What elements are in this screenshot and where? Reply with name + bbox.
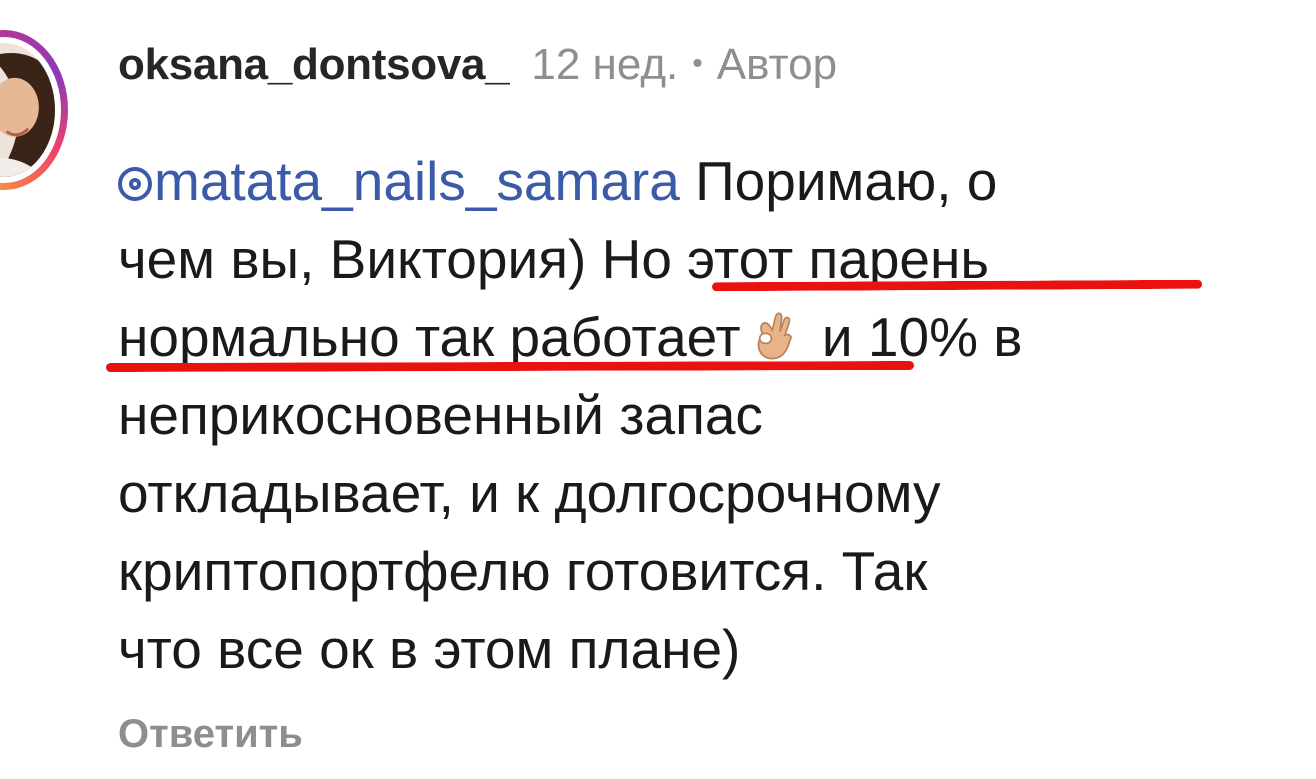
- comment-line: что все ок в этом плане): [118, 618, 741, 680]
- mention-name: matata_nails_samara: [154, 150, 680, 212]
- comment-header: oksana_dontsova_ 12 нед. • Автор: [118, 40, 837, 100]
- comment-text: matata_nails_samara Поримаю, о чем вы, В…: [118, 142, 1298, 688]
- reply-button[interactable]: Ответить: [118, 712, 303, 757]
- comment-text-part: чем вы, Виктория): [118, 228, 602, 290]
- at-sign-icon: [118, 167, 152, 201]
- comment-text-part: Поримаю, о: [679, 150, 998, 212]
- ok-hand-emoji-icon: [747, 308, 801, 362]
- mention-link[interactable]: matata_nails_samara: [118, 150, 680, 212]
- comment-line: криптопортфелю готовится. Так: [118, 540, 928, 602]
- username-link[interactable]: oksana_dontsova_: [118, 40, 510, 90]
- comment-line: matata_nails_samara Поримаю, о: [118, 142, 1298, 220]
- avatar[interactable]: [0, 43, 55, 177]
- underlined-text: нормально так работает: [118, 306, 741, 368]
- avatar-photo-icon: [0, 43, 55, 177]
- comment-line: откладывает, и к долгосрочному: [118, 462, 941, 524]
- meta-separator: •: [692, 47, 703, 80]
- avatar-border: [0, 37, 61, 183]
- timestamp[interactable]: 12 нед.: [531, 40, 678, 90]
- comment-line: неприкосновенный запас: [118, 384, 763, 446]
- comment-text-part: и 10% в: [806, 306, 1023, 368]
- story-ring-avatar[interactable]: [0, 30, 68, 190]
- author-badge: Автор: [716, 40, 838, 89]
